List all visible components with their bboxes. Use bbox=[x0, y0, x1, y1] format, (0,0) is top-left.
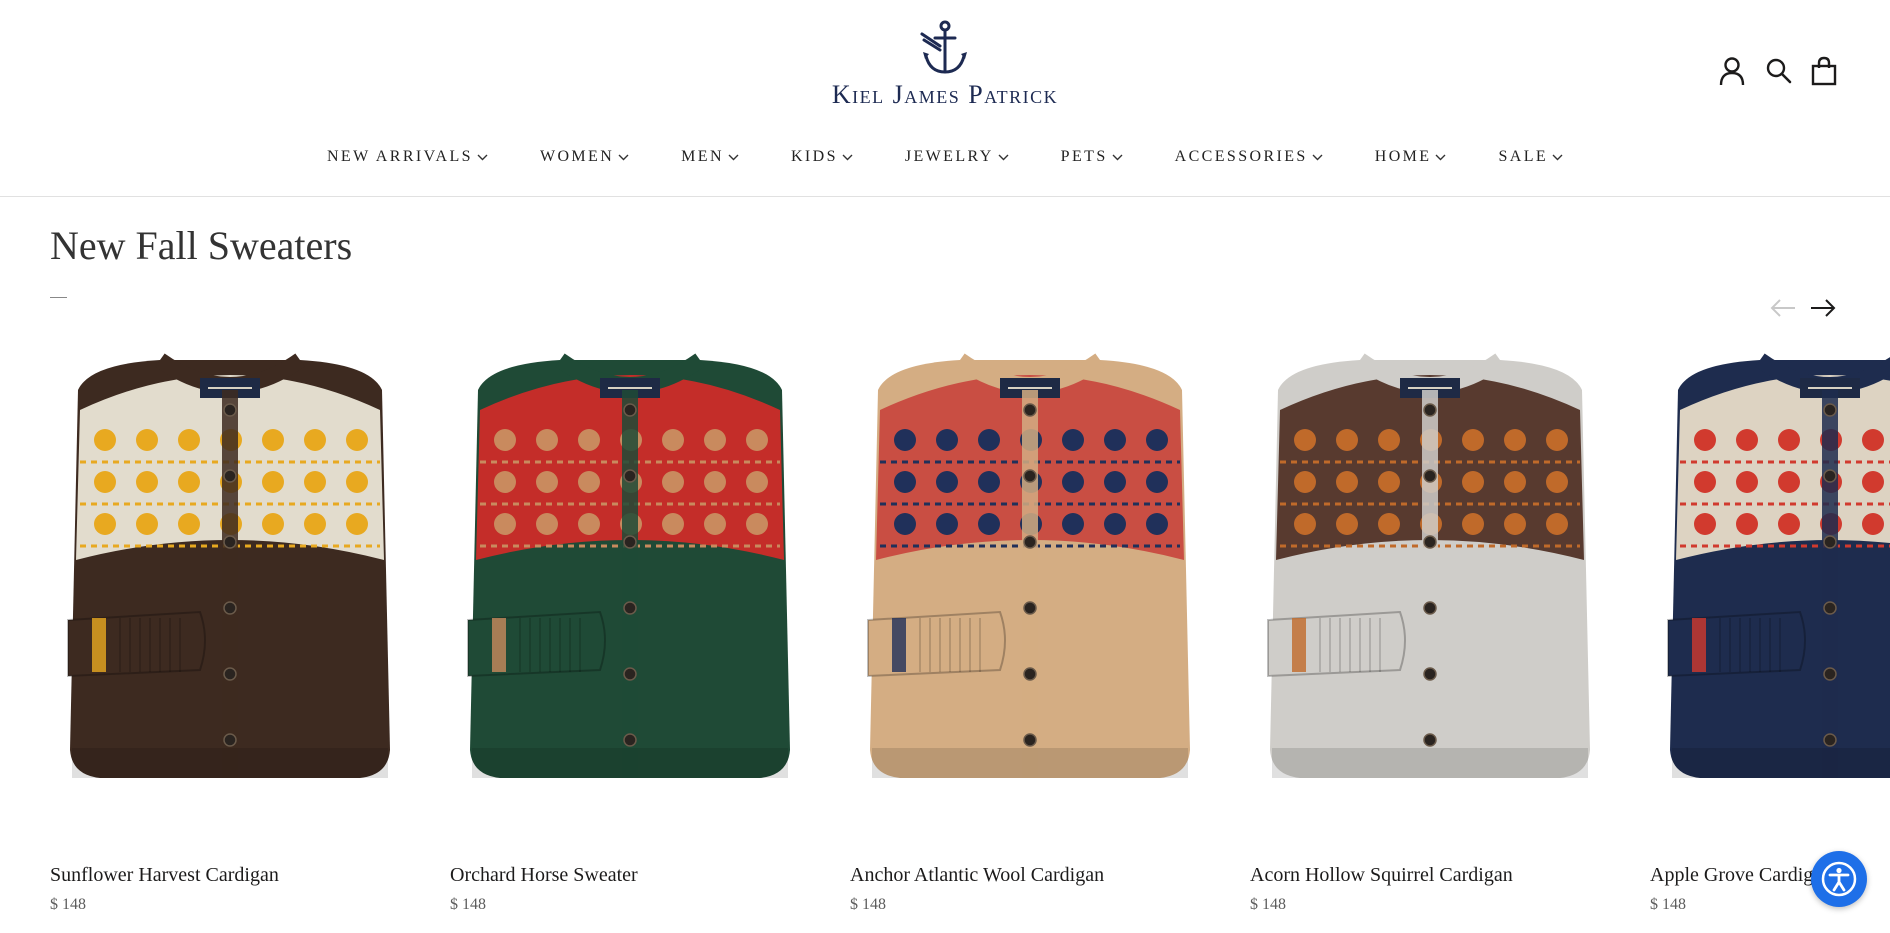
main-navigation: NEW ARRIVALS WOMEN MEN KIDS JEWELRY PETS… bbox=[0, 148, 1890, 166]
product-name[interactable]: Orchard Horse Sweater bbox=[450, 864, 638, 887]
product-image[interactable] bbox=[1650, 350, 1890, 800]
product-image[interactable] bbox=[50, 350, 410, 800]
product-card[interactable]: Orchard Horse Sweater $ 148 bbox=[450, 350, 810, 933]
product-name[interactable]: Apple Grove Cardigan bbox=[1650, 864, 1832, 887]
product-carousel: Sunflower Harvest Cardigan $ 148 Orchard… bbox=[50, 350, 1890, 933]
nav-label: MEN bbox=[681, 148, 724, 165]
nav-label: KIDS bbox=[790, 148, 838, 165]
product-price: $ 148 bbox=[1250, 896, 1286, 913]
nav-item-men[interactable]: MEN bbox=[681, 148, 739, 166]
chevron-down-icon bbox=[728, 154, 739, 161]
anchor-logo-icon bbox=[920, 20, 967, 74]
chevron-down-icon bbox=[618, 154, 629, 161]
nav-label: NEW ARRIVALS bbox=[326, 148, 473, 165]
nav-item-kids[interactable]: KIDS bbox=[791, 148, 853, 166]
nav-item-home[interactable]: HOME bbox=[1375, 148, 1447, 166]
product-name[interactable]: Acorn Hollow Squirrel Cardigan bbox=[1250, 864, 1513, 887]
search-icon[interactable] bbox=[1764, 56, 1792, 86]
product-price: $ 148 bbox=[1650, 896, 1686, 913]
carousel-controls bbox=[1768, 296, 1838, 320]
site-header: Kiel James Patrick NEW ARRIVALS WOMEN ME… bbox=[0, 0, 1890, 197]
product-name[interactable]: Anchor Atlantic Wool Cardigan bbox=[850, 864, 1104, 887]
product-card[interactable]: Acorn Hollow Squirrel Cardigan $ 148 bbox=[1250, 350, 1610, 933]
nav-item-jewelry[interactable]: JEWELRY bbox=[905, 148, 1009, 166]
product-name[interactable]: Sunflower Harvest Cardigan bbox=[50, 864, 279, 887]
product-price: $ 148 bbox=[50, 896, 86, 913]
nav-label: HOME bbox=[1374, 148, 1432, 165]
nav-item-pets[interactable]: PETS bbox=[1061, 148, 1123, 166]
arrow-left-icon[interactable] bbox=[1768, 296, 1798, 320]
chevron-down-icon bbox=[1312, 154, 1323, 161]
nav-item-sale[interactable]: SALE bbox=[1498, 148, 1563, 166]
nav-label: PETS bbox=[1060, 148, 1108, 165]
account-icon[interactable] bbox=[1718, 56, 1746, 86]
brand-name: Kiel James Patrick bbox=[831, 80, 1059, 109]
chevron-down-icon bbox=[1435, 154, 1446, 161]
section-title: New Fall Sweaters bbox=[50, 223, 353, 268]
chevron-down-icon bbox=[998, 154, 1009, 161]
accessibility-icon bbox=[1821, 861, 1857, 897]
product-card[interactable]: Sunflower Harvest Cardigan $ 148 bbox=[50, 350, 410, 933]
nav-label: JEWELRY bbox=[904, 148, 994, 165]
title-divider bbox=[50, 297, 67, 298]
product-price: $ 148 bbox=[850, 896, 886, 913]
product-card[interactable]: Anchor Atlantic Wool Cardigan $ 148 bbox=[850, 350, 1210, 933]
nav-label: WOMEN bbox=[539, 148, 615, 165]
arrow-right-icon[interactable] bbox=[1808, 296, 1838, 320]
chevron-down-icon bbox=[477, 154, 488, 161]
chevron-down-icon bbox=[1552, 154, 1563, 161]
shopping-bag-icon[interactable] bbox=[1810, 56, 1838, 86]
product-price: $ 148 bbox=[450, 896, 486, 913]
accessibility-button[interactable] bbox=[1811, 851, 1867, 907]
header-icons bbox=[1718, 56, 1838, 86]
product-image[interactable] bbox=[450, 350, 810, 800]
nav-item-accessories[interactable]: ACCESSORIES bbox=[1175, 148, 1323, 166]
chevron-down-icon bbox=[1112, 154, 1123, 161]
product-card[interactable]: Apple Grove Cardigan $ 148 bbox=[1650, 350, 1890, 933]
product-image[interactable] bbox=[850, 350, 1210, 800]
chevron-down-icon bbox=[842, 154, 853, 161]
nav-label: SALE bbox=[1498, 148, 1549, 165]
brand-logo[interactable]: Kiel James Patrick bbox=[760, 20, 1130, 120]
nav-item-women[interactable]: WOMEN bbox=[540, 148, 629, 166]
nav-item-new-arrivals[interactable]: NEW ARRIVALS bbox=[327, 148, 488, 166]
product-image[interactable] bbox=[1250, 350, 1610, 800]
nav-label: ACCESSORIES bbox=[1174, 148, 1308, 165]
